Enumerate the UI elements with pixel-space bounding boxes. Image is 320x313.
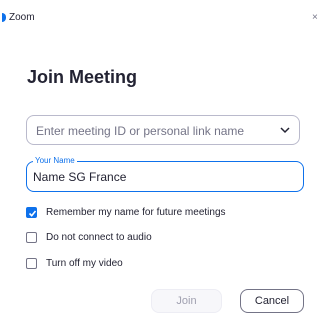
meeting-id-placeholder: Enter meeting ID or personal link name <box>36 124 245 138</box>
close-icon[interactable]: × <box>312 12 318 24</box>
title-bar: Zoom × <box>0 0 318 36</box>
video-off-label: Turn off my video <box>46 258 123 269</box>
join-button[interactable]: Join <box>151 289 222 313</box>
remember-name-checkbox[interactable] <box>26 207 37 218</box>
name-field-value: Name SG France <box>33 170 127 184</box>
meeting-id-combobox[interactable]: Enter meeting ID or personal link name <box>26 115 300 145</box>
remember-name-label: Remember my name for future meetings <box>46 207 226 218</box>
name-field[interactable]: Your Name Name SG France <box>26 156 304 192</box>
page-title: Join Meeting <box>27 67 138 87</box>
checkmark-icon <box>28 210 37 217</box>
chevron-down-icon[interactable] <box>280 126 290 134</box>
no-audio-checkbox[interactable] <box>26 232 37 243</box>
name-field-label: Your Name <box>33 156 77 166</box>
zoom-logo-icon <box>2 13 6 22</box>
app-title: Zoom <box>9 12 35 23</box>
video-off-checkbox[interactable] <box>26 258 37 269</box>
no-audio-label: Do not connect to audio <box>46 232 152 243</box>
cancel-button[interactable]: Cancel <box>240 289 304 313</box>
